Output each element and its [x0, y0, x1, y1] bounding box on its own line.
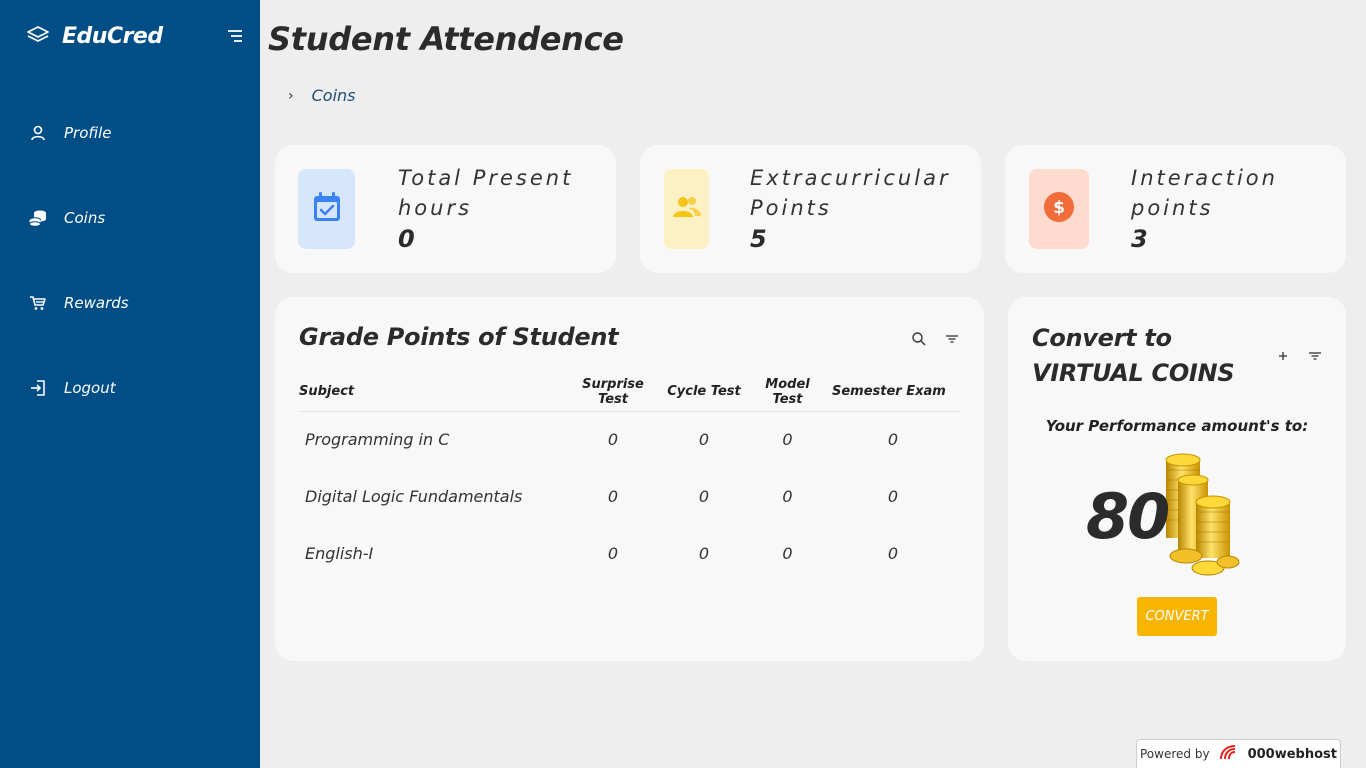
stat-label: Interaction points: [1131, 166, 1278, 220]
sidebar-item-profile[interactable]: Profile: [28, 121, 111, 145]
convert-button[interactable]: CONVERT: [1137, 597, 1217, 636]
sidebar-item-logout[interactable]: Logout: [28, 376, 116, 400]
semester-exam-cell: 0: [887, 544, 899, 563]
sidebar-item-rewards[interactable]: Rewards: [28, 291, 129, 315]
stat-card-present-hours: Total Present hours 0: [275, 145, 616, 273]
powered-by-text: Powered by: [1140, 747, 1210, 761]
grades-table: Subject Surprise Test Cycle Test Model T…: [299, 373, 960, 582]
breadcrumb: › Coins: [288, 86, 356, 105]
logout-icon: [28, 378, 48, 398]
surprise-test-cell: 0: [607, 487, 619, 506]
chevron-right-icon: ›: [288, 87, 294, 104]
search-icon[interactable]: [911, 331, 927, 347]
subject-cell: Digital Logic Fundamentals: [305, 487, 523, 506]
stat-card-extracurricular: Extracurricular Points 5: [640, 145, 981, 273]
filter-icon[interactable]: [1307, 348, 1323, 364]
brand[interactable]: EduCred: [26, 22, 163, 50]
column-header-cycle-test: Cycle Test: [659, 373, 749, 412]
stat-card-interaction: $ Interaction points 3: [1005, 145, 1346, 273]
cart-icon: [28, 293, 48, 313]
table-header-row: Subject Surprise Test Cycle Test Model T…: [299, 373, 960, 412]
performance-text: Your Performance amount's to:: [1045, 417, 1309, 435]
page-title: Student Attendence: [268, 20, 624, 58]
filter-icon[interactable]: [944, 331, 960, 347]
sidebar-item-label: Logout: [64, 379, 116, 397]
stat-value: 5: [750, 225, 767, 253]
stat-label: Total Present hours: [398, 166, 574, 220]
column-header-subject: Subject: [299, 373, 567, 412]
calendar-check-icon: [312, 191, 342, 227]
dollar-icon: $: [1043, 191, 1075, 227]
surprise-test-cell: 0: [607, 430, 619, 450]
subject-cell: Programming in C: [305, 430, 450, 450]
sidebar: EduCred Profile Coins Rewards Logout: [0, 0, 260, 768]
brand-logo-icon: [26, 25, 50, 47]
stat-icon-box: $: [1029, 169, 1089, 249]
people-icon: [672, 195, 702, 223]
column-header-surprise-test: Surprise Test: [567, 373, 659, 412]
sidebar-item-coins[interactable]: Coins: [28, 206, 105, 230]
stat-label: Extracurricular Points: [750, 166, 951, 220]
powered-by-badge[interactable]: Powered by 000webhost: [1136, 739, 1341, 768]
cycle-test-cell: 0: [698, 430, 710, 450]
coins-icon: [28, 208, 48, 228]
user-icon: [28, 123, 48, 143]
sidebar-item-label: Rewards: [64, 294, 129, 312]
model-test-cell: 0: [782, 544, 793, 563]
convert-card-title: Convert to VIRTUAL COINS: [1032, 324, 1235, 387]
stat-value: 3: [1131, 225, 1148, 253]
grade-points-card: Grade Points of Student Subject Surprise…: [275, 297, 984, 661]
plus-icon[interactable]: [1275, 348, 1291, 364]
column-header-model-test: Model Test: [749, 373, 826, 412]
gold-coins-icon: [1156, 452, 1240, 580]
svg-text:$: $: [1053, 198, 1065, 218]
convert-coins-card: Convert to VIRTUAL COINS Your Performanc…: [1008, 297, 1346, 661]
subject-cell: English-I: [305, 544, 374, 563]
table-row: Digital Logic Fundamentals 0 0 0 0: [299, 468, 960, 525]
semester-exam-cell: 0: [887, 487, 899, 506]
table-row: English-I 0 0 0 0: [299, 525, 960, 582]
surprise-test-cell: 0: [607, 544, 619, 563]
stat-value: 0: [398, 225, 415, 253]
semester-exam-cell: 0: [887, 430, 899, 450]
model-test-cell: 0: [782, 430, 793, 450]
sidebar-item-label: Profile: [64, 124, 112, 142]
cycle-test-cell: 0: [698, 544, 710, 563]
stat-icon-box: [298, 169, 355, 249]
model-test-cell: 0: [782, 487, 793, 506]
table-row: Programming in C 0 0 0 0: [299, 411, 960, 468]
webhost-logo-icon: [1218, 744, 1240, 765]
webhost-name: 000webhost: [1247, 746, 1337, 762]
breadcrumb-item[interactable]: Coins: [312, 86, 356, 105]
grade-card-title: Grade Points of Student: [299, 323, 619, 351]
column-header-semester-exam: Semester Exam: [826, 373, 960, 412]
sidebar-item-label: Coins: [64, 209, 106, 227]
cycle-test-cell: 0: [698, 487, 710, 506]
stat-icon-box: [664, 169, 709, 249]
brand-name: EduCred: [62, 23, 163, 49]
menu-toggle-icon[interactable]: [226, 28, 244, 44]
coin-amount: 80: [1086, 480, 1170, 553]
